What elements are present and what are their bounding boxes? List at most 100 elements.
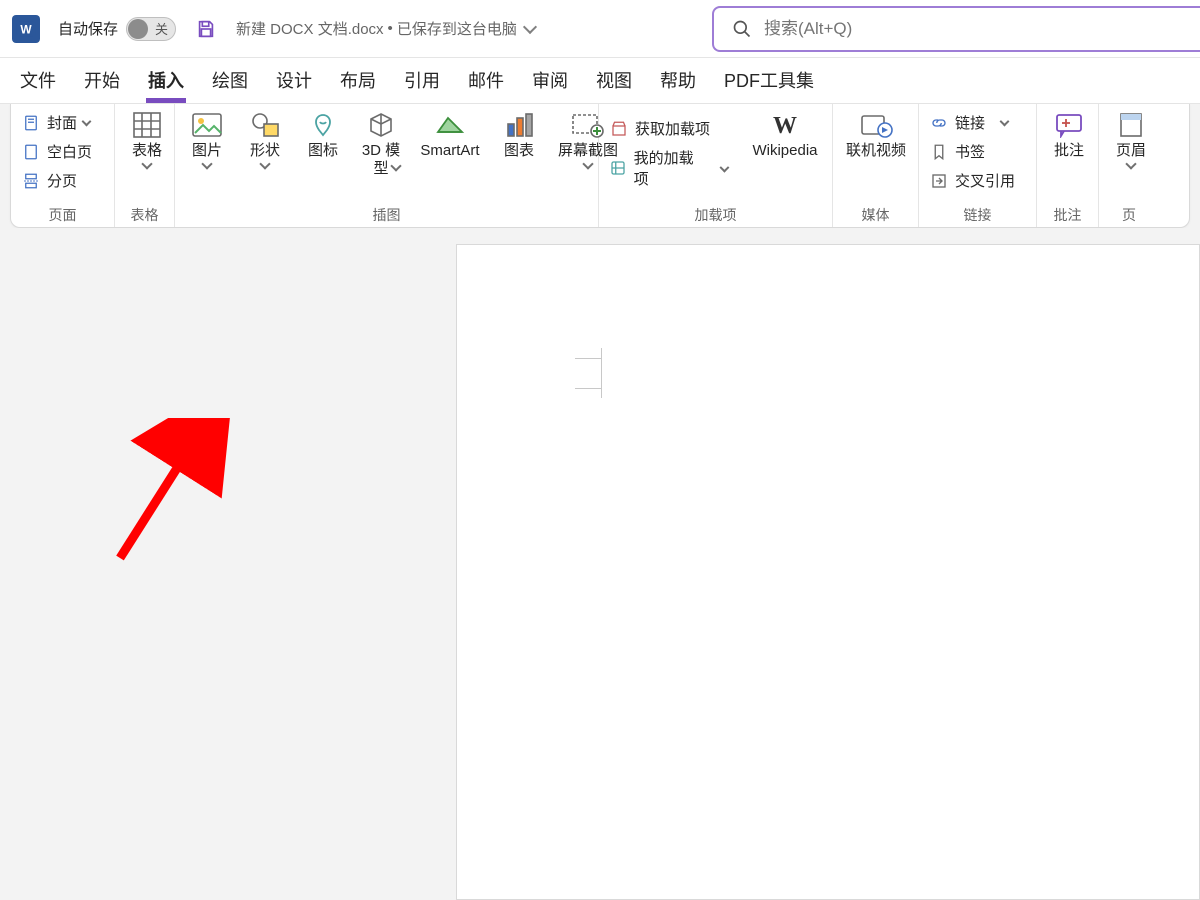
store-icon bbox=[609, 119, 629, 139]
group-label-media: 媒体 bbox=[841, 202, 910, 227]
group-label-comments: 批注 bbox=[1045, 202, 1090, 227]
my-addins-button[interactable]: 我的加载项 bbox=[607, 145, 730, 191]
page[interactable] bbox=[456, 244, 1200, 900]
search-wrap bbox=[712, 6, 1200, 52]
autosave-label: 自动保存 bbox=[58, 18, 118, 39]
addins-icon bbox=[609, 158, 628, 178]
cursor-guide bbox=[575, 388, 601, 389]
chevron-down-icon bbox=[1125, 158, 1136, 169]
group-pages: 封面 空白页 分页 页面 bbox=[11, 104, 115, 227]
group-label-pages: 页面 bbox=[19, 202, 106, 227]
annotation-arrow bbox=[110, 418, 230, 568]
chart-icon bbox=[499, 110, 539, 140]
crossref-icon bbox=[929, 171, 949, 191]
group-media: 联机视频 媒体 bbox=[833, 104, 919, 227]
group-label-headerfooter: 页 bbox=[1107, 202, 1151, 227]
group-headerfooter: 页眉 页 bbox=[1099, 104, 1159, 227]
blank-page-button[interactable]: 空白页 bbox=[19, 139, 94, 164]
tab-layout[interactable]: 布局 bbox=[338, 59, 378, 103]
cursor-guide bbox=[575, 358, 601, 359]
table-button[interactable]: 表格 bbox=[123, 108, 171, 168]
group-label-addins: 加载项 bbox=[607, 202, 824, 227]
online-video-icon bbox=[856, 110, 896, 140]
tab-review[interactable]: 审阅 bbox=[530, 59, 570, 103]
table-icon bbox=[127, 110, 167, 140]
document-status: 已保存到这台电脑 bbox=[397, 18, 517, 39]
crossref-button[interactable]: 交叉引用 bbox=[927, 168, 1017, 193]
icons-button[interactable]: 图标 bbox=[299, 108, 347, 160]
bookmark-icon bbox=[929, 142, 949, 162]
group-label-links: 链接 bbox=[927, 202, 1028, 227]
group-links: 链接 书签 交叉引用 链接 bbox=[919, 104, 1037, 227]
3d-models-icon bbox=[361, 110, 401, 140]
tab-design[interactable]: 设计 bbox=[274, 59, 314, 103]
svg-text:W: W bbox=[773, 113, 797, 138]
tab-pdf[interactable]: PDF工具集 bbox=[722, 59, 816, 103]
icons-icon bbox=[303, 110, 343, 140]
smartart-icon bbox=[430, 110, 470, 140]
tab-draw[interactable]: 绘图 bbox=[210, 59, 250, 103]
group-tables: 表格 表格 bbox=[115, 104, 175, 227]
chevron-down-icon bbox=[582, 158, 593, 169]
tab-file[interactable]: 文件 bbox=[18, 59, 58, 103]
pictures-icon bbox=[187, 110, 227, 140]
link-button[interactable]: 链接 bbox=[927, 110, 1017, 135]
chart-button[interactable]: 图表 bbox=[495, 108, 543, 160]
chevron-down-icon bbox=[523, 20, 537, 34]
tab-insert[interactable]: 插入 bbox=[146, 59, 186, 103]
autosave-toggle[interactable]: 自动保存 关 bbox=[58, 17, 176, 41]
document-area bbox=[0, 228, 1200, 900]
3d-models-button[interactable]: 3D 模型 bbox=[357, 108, 405, 170]
save-button[interactable] bbox=[194, 17, 218, 41]
smartart-button[interactable]: SmartArt bbox=[415, 108, 485, 160]
bookmark-button[interactable]: 书签 bbox=[927, 139, 1017, 164]
ribbon-tabs: 文件 开始 插入 绘图 设计 布局 引用 邮件 审阅 视图 帮助 PDF工具集 bbox=[0, 58, 1200, 104]
autosave-switch[interactable]: 关 bbox=[126, 17, 176, 41]
tab-mail[interactable]: 邮件 bbox=[466, 59, 506, 103]
title-bar: W 自动保存 关 新建 DOCX 文档.docx • 已保存到这台电脑 bbox=[0, 0, 1200, 58]
autosave-off-text: 关 bbox=[155, 19, 168, 38]
tab-reference[interactable]: 引用 bbox=[402, 59, 442, 103]
chevron-down-icon bbox=[82, 117, 92, 127]
group-label-illustrations: 插图 bbox=[183, 202, 590, 227]
tab-home[interactable]: 开始 bbox=[82, 59, 122, 103]
blank-page-icon bbox=[21, 142, 41, 162]
search-input[interactable] bbox=[762, 18, 1200, 40]
ribbon: 封面 空白页 分页 页面 bbox=[10, 104, 1190, 228]
chevron-down-icon bbox=[141, 158, 152, 169]
svg-text:W: W bbox=[20, 22, 32, 36]
get-addins-button[interactable]: 获取加载项 bbox=[607, 116, 730, 141]
cover-page-button[interactable]: 封面 bbox=[19, 110, 94, 135]
header-icon bbox=[1111, 110, 1151, 140]
wikipedia-button[interactable]: W Wikipedia bbox=[746, 108, 824, 160]
document-title-button[interactable]: 新建 DOCX 文档.docx • 已保存到这台电脑 bbox=[236, 18, 535, 39]
toggle-knob bbox=[128, 19, 148, 39]
header-button[interactable]: 页眉 bbox=[1107, 108, 1155, 168]
page-break-icon bbox=[21, 171, 41, 191]
chevron-down-icon bbox=[201, 158, 212, 169]
chevron-down-icon bbox=[259, 158, 270, 169]
cursor-guide bbox=[601, 348, 602, 398]
group-addins: 获取加载项 我的加载项 W Wikipedia 加载项 bbox=[599, 104, 833, 227]
online-video-button[interactable]: 联机视频 bbox=[841, 108, 911, 160]
word-app-icon: W bbox=[12, 15, 40, 43]
pictures-button[interactable]: 图片 bbox=[183, 108, 231, 168]
search-icon bbox=[732, 19, 752, 39]
tab-help[interactable]: 帮助 bbox=[658, 59, 698, 103]
page-break-button[interactable]: 分页 bbox=[19, 168, 94, 193]
search-box[interactable] bbox=[712, 6, 1200, 52]
group-label-tables: 表格 bbox=[123, 202, 166, 227]
cover-page-icon bbox=[21, 113, 41, 133]
wikipedia-icon: W bbox=[765, 110, 805, 140]
tab-view[interactable]: 视图 bbox=[594, 59, 634, 103]
shapes-icon bbox=[245, 110, 285, 140]
group-illustrations: 图片 形状 图标 bbox=[175, 104, 599, 227]
comment-button[interactable]: 批注 bbox=[1045, 108, 1093, 160]
group-comments: 批注 批注 bbox=[1037, 104, 1099, 227]
document-name: 新建 DOCX 文档.docx bbox=[236, 18, 384, 39]
link-icon bbox=[929, 113, 949, 133]
comment-icon bbox=[1049, 110, 1089, 140]
chevron-down-icon bbox=[1000, 117, 1010, 127]
shapes-button[interactable]: 形状 bbox=[241, 108, 289, 168]
chevron-down-icon bbox=[720, 162, 730, 172]
